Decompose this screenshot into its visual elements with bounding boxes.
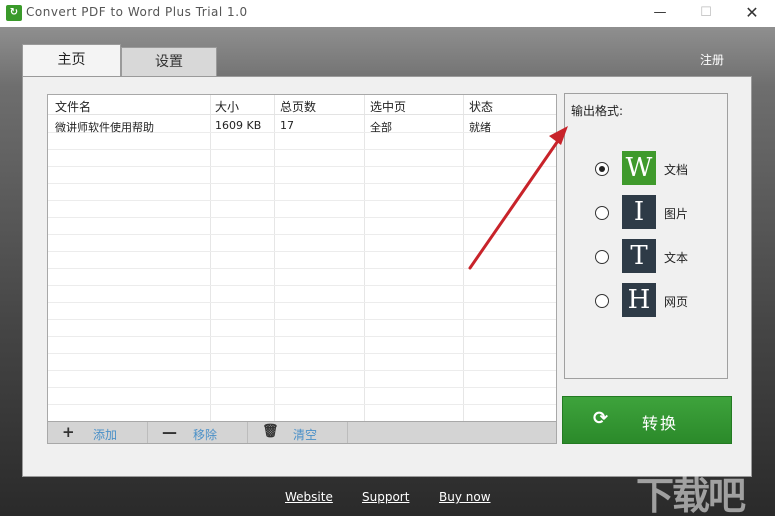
annotation-arrow: [468, 126, 568, 270]
arrow-shaft: [468, 133, 564, 270]
arrow-head: [549, 126, 568, 145]
